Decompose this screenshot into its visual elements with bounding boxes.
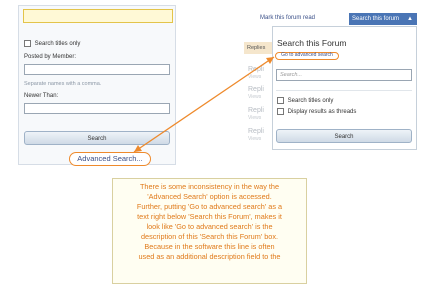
annotation-line: There is some inconsistency in the way t… — [139, 182, 280, 191]
annotation-note: There is some inconsistency in the way t… — [112, 178, 307, 284]
annotation-line: description of this 'Search this Forum' … — [140, 232, 279, 241]
annotation-line: look like 'Go to advanced search' is the — [146, 222, 273, 231]
annotation-line: used as an additional description field … — [138, 252, 281, 261]
annotation-text: There is some inconsistency in the way t… — [113, 179, 306, 265]
arrowhead-top — [266, 57, 274, 64]
annotation-line: Further, putting 'Go to advanced search'… — [136, 202, 283, 211]
arrowhead-bottom — [134, 145, 142, 152]
annotation-line: text right below 'Search this Forum', ma… — [137, 212, 282, 221]
annotation-line: Because in the software this line is oft… — [144, 242, 275, 251]
connector-line — [133, 56, 275, 153]
annotation-line: 'Advanced Search' option is accessed. — [147, 192, 272, 201]
